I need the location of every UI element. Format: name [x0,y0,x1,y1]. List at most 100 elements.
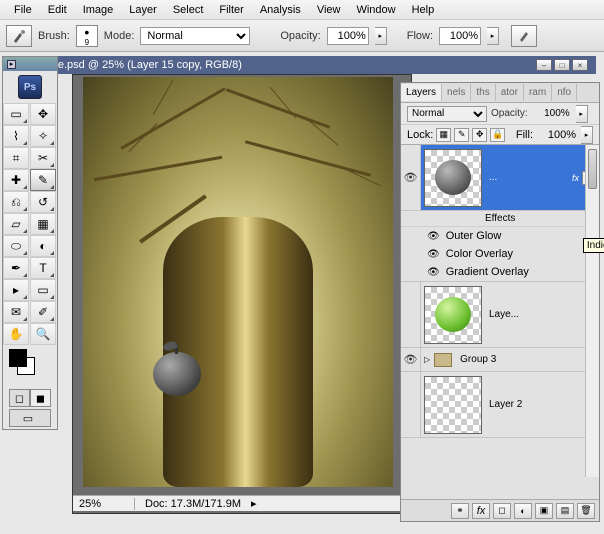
type-tool[interactable]: T [30,257,56,279]
notes-tool[interactable]: ✉ [3,301,29,323]
opacity-arrow[interactable]: ▸ [375,27,387,45]
window-minimize-button[interactable]: – [536,59,552,71]
layer-item-layer2[interactable]: Layer 2 [401,372,599,438]
layer-opacity-arrow[interactable]: ▸ [576,105,588,123]
layer-thumbnail[interactable] [424,286,482,344]
menu-analysis[interactable]: Analysis [252,2,309,18]
tab-channels[interactable]: nels [442,84,471,101]
scrollbar-thumb[interactable] [588,149,597,189]
crop-tool[interactable]: ⌗ [3,147,29,169]
magic-wand-tool[interactable]: ✧ [30,125,56,147]
foreground-background-swatch[interactable] [9,349,51,385]
healing-brush-tool[interactable]: ✚ [3,169,29,191]
lock-transparency-button[interactable]: ▦ [436,128,451,142]
shape-tool[interactable]: ▭ [30,279,56,301]
slice-tool[interactable]: ✂ [30,147,56,169]
menu-file[interactable]: File [6,2,40,18]
layer-blend-mode-select[interactable]: Normal [407,106,487,122]
layer-mask-button[interactable]: ◻ [493,503,511,519]
doc-info-arrow[interactable]: ▸ [251,497,257,510]
tab-navigator[interactable]: ator [496,84,524,101]
flow-input[interactable]: 100% [439,27,481,45]
blend-mode-select[interactable]: Normal [140,27,250,45]
visibility-toggle[interactable]: 👁 [401,348,421,371]
fill-arrow[interactable]: ▸ [581,126,593,144]
hand-tool[interactable]: ✋ [3,323,29,345]
standard-mode-button[interactable]: ◻ [9,389,30,407]
gradient-tool[interactable]: ▦ [30,213,56,235]
adjustment-layer-button[interactable]: ◐ [514,503,532,519]
tab-info[interactable]: nfo [552,84,577,101]
layer-opacity-input[interactable]: 100% [532,106,572,122]
layer-name[interactable]: Group 3 [456,354,599,365]
pen-tool[interactable]: ✒ [3,257,29,279]
opacity-label: Opacity: [280,30,320,42]
new-group-button[interactable]: ▣ [535,503,553,519]
airbrush-toggle[interactable] [511,25,537,47]
lock-all-button[interactable]: 🔒 [490,128,505,142]
screen-mode-button[interactable]: ▭ [9,409,51,427]
tool-preset-picker[interactable] [6,25,32,47]
lasso-tool[interactable]: ⌇ [3,125,29,147]
zoom-tool[interactable]: 🔍 [30,323,56,345]
quick-mask-button[interactable]: ◼ [30,389,51,407]
path-select-tool[interactable]: ▸ [3,279,29,301]
effect-gradient-overlay[interactable]: 👁Gradient Overlay [401,263,599,281]
status-bar: 25% Doc: 17.3M/171.9M ▸ [73,495,411,511]
eyedropper-tool[interactable]: ✐ [30,301,56,323]
tab-histogram[interactable]: ram [524,84,552,101]
visibility-toggle[interactable]: 👁 [401,145,421,210]
move-tool[interactable]: ✥ [30,103,56,125]
layer-item-green-apple[interactable]: Laye... [401,282,599,348]
foreground-color[interactable] [9,349,27,367]
menu-select[interactable]: Select [165,2,212,18]
clone-stamp-tool[interactable]: ⎌ [3,191,29,213]
lock-position-button[interactable]: ✥ [472,128,487,142]
effect-outer-glow[interactable]: 👁Outer Glow [401,227,599,245]
layer-style-button[interactable]: fx [472,503,490,519]
menu-bar: File Edit Image Layer Select Filter Anal… [0,0,604,20]
window-maximize-button[interactable]: □ [554,59,570,71]
layer-scrollbar[interactable] [585,145,599,477]
link-layers-button[interactable]: ⚭ [451,503,469,519]
layer-item-selected[interactable]: 👁 ... fx ▾ [401,145,599,211]
flow-arrow[interactable]: ▸ [487,27,499,45]
window-close-button[interactable]: × [572,59,588,71]
layer-name[interactable]: ... [485,172,569,183]
brush-tool[interactable]: ✎ [30,169,56,191]
layer-thumbnail[interactable] [424,149,482,207]
fill-input[interactable]: 100% [536,129,578,141]
lock-pixels-button[interactable]: ✎ [454,128,469,142]
lock-label: Lock: [407,129,433,141]
tab-layers[interactable]: Layers [401,84,442,101]
visibility-toggle[interactable] [401,372,421,437]
dodge-tool[interactable]: ◐ [30,235,56,257]
layer-thumbnail[interactable] [424,376,482,434]
history-brush-tool[interactable]: ↺ [30,191,56,213]
menu-filter[interactable]: Filter [211,2,251,18]
brush-preset-picker[interactable]: •9 [76,25,98,47]
layers-panel: Layers nels ths ator ram nfo Normal Opac… [400,82,600,522]
menu-image[interactable]: Image [75,2,122,18]
layer-group-3[interactable]: 👁 ▷ Group 3 [401,348,599,372]
layer-name[interactable]: Layer 2 [485,399,599,410]
tab-paths[interactable]: ths [471,84,495,101]
visibility-toggle[interactable] [401,282,421,347]
menu-view[interactable]: View [309,2,349,18]
canvas[interactable] [83,77,393,487]
layer-name[interactable]: Laye... [485,309,599,320]
rect-marquee-tool[interactable]: ▭ [3,103,29,125]
zoom-level[interactable]: 25% [79,498,135,510]
new-layer-button[interactable]: ▤ [556,503,574,519]
menu-help[interactable]: Help [404,2,443,18]
delete-layer-button[interactable]: 🗑 [577,503,595,519]
menu-window[interactable]: Window [348,2,403,18]
opacity-input[interactable]: 100% [327,27,369,45]
blur-tool[interactable]: ⬭ [3,235,29,257]
toolbox-collapse-button[interactable]: ▸ [7,60,16,69]
menu-edit[interactable]: Edit [40,2,75,18]
group-expand-arrow[interactable]: ▷ [424,355,430,364]
effect-color-overlay[interactable]: 👁Color Overlay [401,245,599,263]
menu-layer[interactable]: Layer [121,2,165,18]
eraser-tool[interactable]: ▱ [3,213,29,235]
